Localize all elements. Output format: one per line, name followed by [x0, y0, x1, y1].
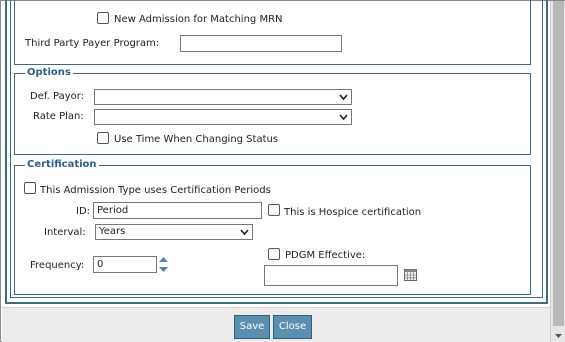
vertical-scrollbar[interactable]	[550, 1, 565, 342]
interval-value: Years	[99, 226, 126, 237]
new-admission-checkbox[interactable]	[97, 12, 109, 24]
frequency-input[interactable]: 0	[93, 256, 157, 273]
interval-label: Interval:	[44, 227, 86, 238]
rate-plan-select[interactable]	[94, 109, 352, 125]
frequency-label: Frequency:	[30, 260, 85, 271]
use-time-label: Use Time When Changing Status	[114, 134, 279, 145]
options-legend: Options	[25, 67, 73, 79]
uses-periods-checkbox[interactable]	[24, 182, 36, 194]
admission-section	[14, 0, 531, 65]
id-label: ID:	[76, 206, 91, 217]
hospice-checkbox[interactable]	[268, 204, 280, 216]
chevron-down-icon	[240, 229, 249, 236]
dialog-content: New Admission for Matching MRN Third Par…	[2, 0, 550, 307]
hospice-label: This is Hospice certification	[284, 207, 422, 218]
close-button[interactable]: Close	[273, 315, 312, 339]
stepper-icon[interactable]	[158, 256, 169, 273]
third-party-label: Third Party Payer Program:	[25, 38, 160, 49]
save-button[interactable]: Save	[234, 315, 270, 339]
new-admission-label: New Admission for Matching MRN	[114, 14, 283, 25]
scroll-down-icon[interactable]	[554, 332, 563, 340]
pdgm-label: PDGM Effective:	[285, 250, 366, 261]
chevron-down-icon	[339, 114, 348, 121]
dialog-window: New Admission for Matching MRN Third Par…	[0, 0, 565, 342]
pdgm-checkbox[interactable]	[268, 248, 280, 260]
third-party-input[interactable]	[180, 35, 342, 52]
interval-select[interactable]: Years	[95, 224, 253, 240]
use-time-checkbox[interactable]	[97, 132, 109, 144]
rate-plan-label: Rate Plan:	[33, 111, 84, 122]
id-input[interactable]: Period	[93, 202, 262, 219]
def-payor-label: Def. Payor:	[30, 91, 85, 102]
def-payor-select[interactable]	[94, 89, 352, 105]
button-bar: Save Close	[2, 307, 550, 342]
chevron-down-icon	[339, 94, 348, 101]
pdgm-date-input[interactable]	[264, 265, 398, 286]
uses-periods-label: This Admission Type uses Certification P…	[40, 185, 271, 196]
scroll-thumb[interactable]	[553, 1, 564, 326]
certification-legend: Certification	[25, 159, 99, 171]
calendar-icon[interactable]	[404, 269, 417, 281]
